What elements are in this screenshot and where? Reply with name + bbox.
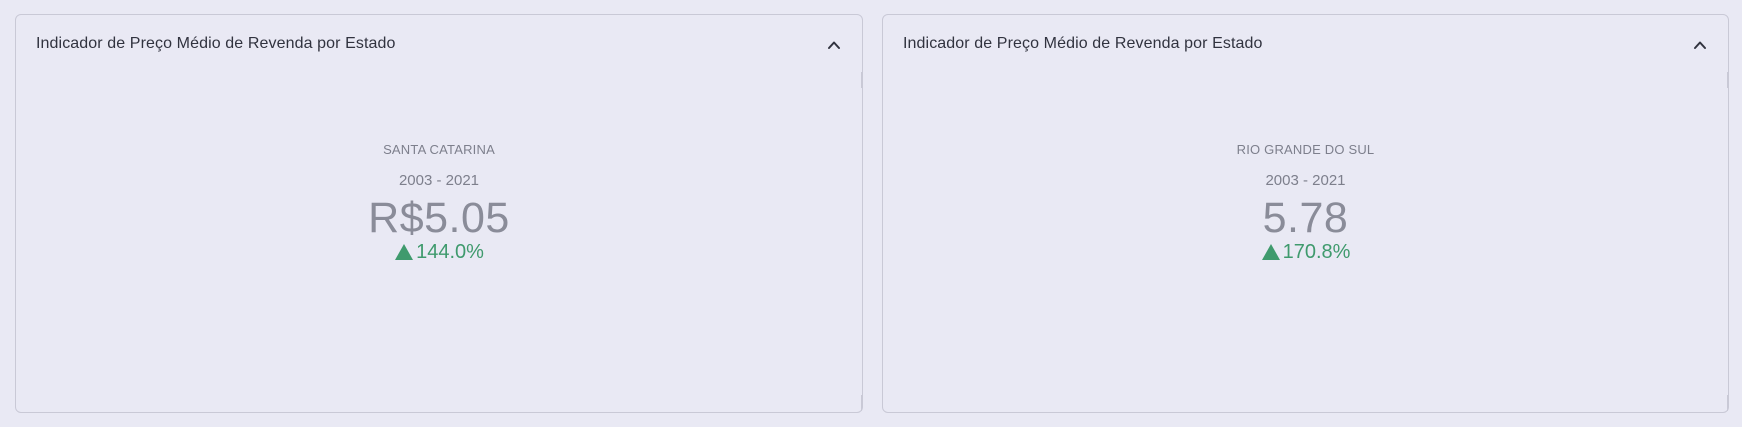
metric-delta: 170.8% [1261, 240, 1351, 264]
metric-card: RIO GRANDE DO SUL 2003 - 2021 5.78 170.8… [883, 141, 1728, 267]
metric-region-label: SANTA CATARINA [383, 142, 495, 157]
arrow-up-icon [1261, 242, 1281, 262]
panel-edge-marker [1727, 395, 1728, 411]
chevron-up-icon[interactable] [826, 37, 842, 53]
metric-card: SANTA CATARINA 2003 - 2021 R$5.05 144.0% [16, 141, 862, 267]
metric-period-label: 2003 - 2021 [398, 172, 480, 189]
expander-panel-santa-catarina: Indicador de Preço Médio de Revenda por … [15, 14, 863, 413]
panel-edge-marker [861, 395, 862, 411]
metric-region-label: RIO GRANDE DO SUL [1236, 142, 1375, 157]
panel-edge-marker [861, 72, 862, 88]
metric-period-label: 2003 - 2021 [1265, 172, 1346, 189]
metric-delta: 144.0% [394, 240, 484, 264]
metric-delta-value: 170.8% [1282, 241, 1351, 263]
expander-header[interactable]: Indicador de Preço Médio de Revenda por … [16, 15, 862, 73]
metric-value: 5.78 [1262, 194, 1349, 242]
dashboard-page: Indicador de Preço Médio de Revenda por … [0, 0, 1742, 427]
metric-value: R$5.05 [368, 194, 510, 242]
metric-delta-value: 144.0% [416, 241, 484, 263]
expander-panel-rio-grande-do-sul: Indicador de Preço Médio de Revenda por … [882, 14, 1729, 413]
chevron-up-icon[interactable] [1692, 37, 1708, 53]
expander-title: Indicador de Preço Médio de Revenda por … [903, 35, 1263, 52]
expander-header[interactable]: Indicador de Preço Médio de Revenda por … [883, 15, 1728, 73]
panel-edge-marker [1727, 72, 1728, 88]
expander-title: Indicador de Preço Médio de Revenda por … [36, 35, 396, 52]
arrow-up-icon [394, 242, 414, 262]
